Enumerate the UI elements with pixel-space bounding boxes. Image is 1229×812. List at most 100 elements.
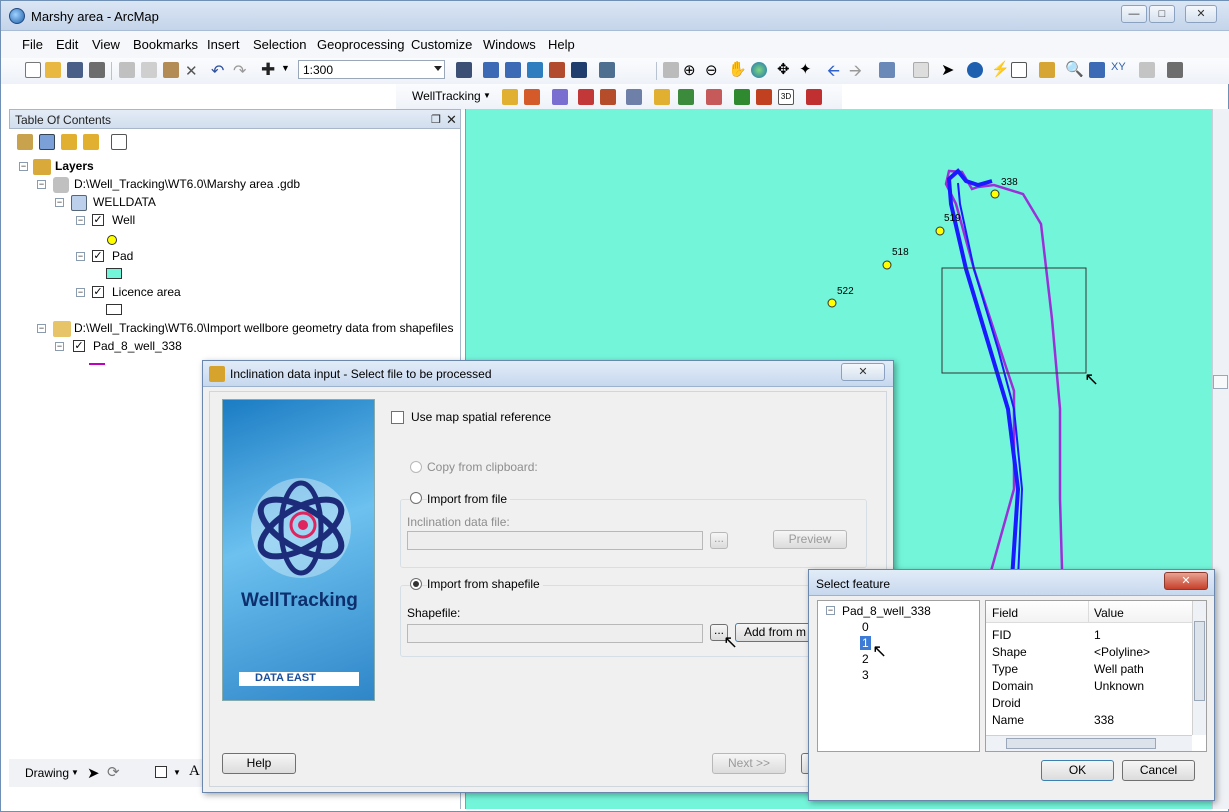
chevron-down-icon[interactable]: ▼	[281, 63, 290, 73]
time-slider-icon[interactable]	[663, 62, 679, 78]
forward-extent-icon[interactable]: 🡪	[849, 60, 862, 87]
select-elements-icon[interactable]: ➤	[941, 60, 954, 80]
copy-icon[interactable]	[141, 62, 157, 78]
identify-icon[interactable]	[967, 62, 983, 78]
hyperlink-icon[interactable]: ⚡	[991, 60, 1010, 78]
import-shapefile-label[interactable]: Import from shapefile	[427, 577, 543, 591]
chevron-down-icon[interactable]	[434, 66, 442, 71]
catalog-icon[interactable]	[505, 62, 521, 78]
wt-pad-icon[interactable]	[524, 89, 540, 105]
pad-visibility-checkbox[interactable]: ✓	[92, 250, 104, 262]
html-popup-icon[interactable]	[1011, 62, 1027, 78]
copy-clipboard-radio[interactable]	[410, 461, 422, 473]
model-builder-icon[interactable]	[599, 62, 615, 78]
list-by-selection-icon[interactable]	[83, 134, 99, 150]
menu-customize[interactable]: Customize	[411, 37, 472, 52]
next-button[interactable]: Next >>	[712, 753, 786, 774]
scrollbar-thumb[interactable]	[1213, 375, 1228, 389]
attr-vertical-scrollbar[interactable]	[1192, 601, 1206, 735]
select-features-icon[interactable]	[879, 62, 895, 78]
collapse-icon[interactable]: −	[55, 342, 64, 351]
pin-icon[interactable]: ❐	[431, 113, 441, 126]
delete-icon[interactable]: ✕	[185, 62, 198, 80]
use-map-ref-checkbox[interactable]	[391, 411, 404, 424]
menu-geoprocessing[interactable]: Geoprocessing	[317, 37, 404, 52]
close-button[interactable]: ✕	[1164, 572, 1208, 590]
add-from-map-button[interactable]: Add from m	[735, 623, 815, 642]
use-map-ref-label[interactable]: Use map spatial reference	[411, 410, 551, 424]
print-icon[interactable]	[89, 62, 105, 78]
collapse-icon[interactable]: −	[76, 252, 85, 261]
field-column-header[interactable]: Field	[992, 606, 1018, 620]
find-icon[interactable]: 🔍	[1065, 60, 1084, 78]
licence-visibility-checkbox[interactable]: ✓	[92, 286, 104, 298]
close-icon[interactable]: ✕	[446, 112, 457, 128]
zoom-out-icon[interactable]: ⊖	[705, 61, 718, 79]
pad-layer-visibility-checkbox[interactable]: ✓	[73, 340, 85, 352]
search-window-icon[interactable]	[527, 62, 543, 78]
wt-settings-icon[interactable]	[806, 89, 822, 105]
toc-pad-layer[interactable]: Pad_8_well_338	[93, 339, 182, 353]
wt-chart-icon[interactable]	[734, 89, 750, 105]
collapse-icon[interactable]: −	[826, 606, 835, 615]
wt-edit-icon[interactable]	[706, 89, 722, 105]
import-file-label[interactable]: Import from file	[427, 492, 511, 506]
drawing-menu[interactable]: Drawing	[25, 766, 69, 780]
help-button[interactable]: Help	[222, 753, 296, 774]
collapse-icon[interactable]: −	[76, 216, 85, 225]
rotate-icon[interactable]: ⟳	[107, 763, 120, 781]
well-point-338[interactable]	[990, 189, 1000, 199]
well-point-522[interactable]	[827, 298, 837, 308]
measure-icon[interactable]	[1039, 62, 1055, 78]
ok-button[interactable]: OK	[1041, 760, 1114, 781]
collapse-icon[interactable]: −	[19, 162, 28, 171]
goto-xy-icon[interactable]: XY	[1111, 61, 1126, 73]
well-point-519[interactable]	[935, 226, 945, 236]
value-column-header[interactable]: Value	[1094, 606, 1124, 620]
options-icon[interactable]	[111, 134, 127, 150]
maximize-button[interactable]: □	[1149, 5, 1175, 23]
menu-edit[interactable]: Edit	[56, 37, 78, 52]
close-button[interactable]: ✕	[1185, 5, 1217, 23]
toc-welldata[interactable]: WELLDATA	[93, 195, 156, 209]
toc-shape-path[interactable]: D:\Well_Tracking\WT6.0\Import wellbore g…	[74, 321, 453, 335]
cancel-button[interactable]: Cancel	[1122, 760, 1195, 781]
arctoolbox-icon[interactable]	[549, 62, 565, 78]
paste-icon[interactable]	[163, 62, 179, 78]
collapse-icon[interactable]: −	[37, 180, 46, 189]
collapse-icon[interactable]: −	[76, 288, 85, 297]
list-by-source-icon[interactable]	[39, 134, 55, 150]
save-icon[interactable]	[67, 62, 83, 78]
menu-file[interactable]: File	[22, 37, 43, 52]
well-point-518[interactable]	[882, 260, 892, 270]
collapse-icon[interactable]: −	[37, 324, 46, 333]
collapse-icon[interactable]: −	[55, 198, 64, 207]
editor-icon[interactable]	[456, 62, 472, 78]
scrollbar-thumb[interactable]	[1194, 621, 1205, 701]
menu-view[interactable]: View	[92, 37, 120, 52]
text-tool-icon[interactable]: A	[189, 763, 200, 780]
well-visibility-checkbox[interactable]: ✓	[92, 214, 104, 226]
menu-insert[interactable]: Insert	[207, 37, 240, 52]
wt-well-icon[interactable]	[502, 89, 518, 105]
attr-horizontal-scrollbar[interactable]	[986, 735, 1192, 751]
open-icon[interactable]	[45, 62, 61, 78]
map-scale-select[interactable]: 1:300	[298, 60, 445, 79]
add-data-icon[interactable]: ✚	[261, 60, 275, 80]
chevron-down-icon[interactable]: ▼	[71, 768, 79, 777]
wt-inclination-icon[interactable]	[654, 89, 670, 105]
zoom-in-icon[interactable]: ⊕	[683, 61, 696, 79]
toc-well[interactable]: Well	[112, 213, 135, 227]
wt-section-icon[interactable]	[756, 89, 772, 105]
preview-button[interactable]: Preview	[773, 530, 847, 549]
clear-selection-icon[interactable]	[913, 62, 929, 78]
undo-icon[interactable]: ↶	[211, 61, 224, 81]
wt-report-icon[interactable]	[626, 89, 642, 105]
python-icon[interactable]	[571, 62, 587, 78]
close-button[interactable]: ✕	[841, 363, 885, 381]
tree-item-selected[interactable]: 1	[860, 636, 871, 650]
chevron-down-icon[interactable]: ▼	[483, 91, 491, 100]
chevron-down-icon[interactable]: ▼	[173, 768, 181, 777]
shapefile-field[interactable]	[407, 624, 703, 643]
time-window-icon[interactable]	[1139, 62, 1155, 78]
